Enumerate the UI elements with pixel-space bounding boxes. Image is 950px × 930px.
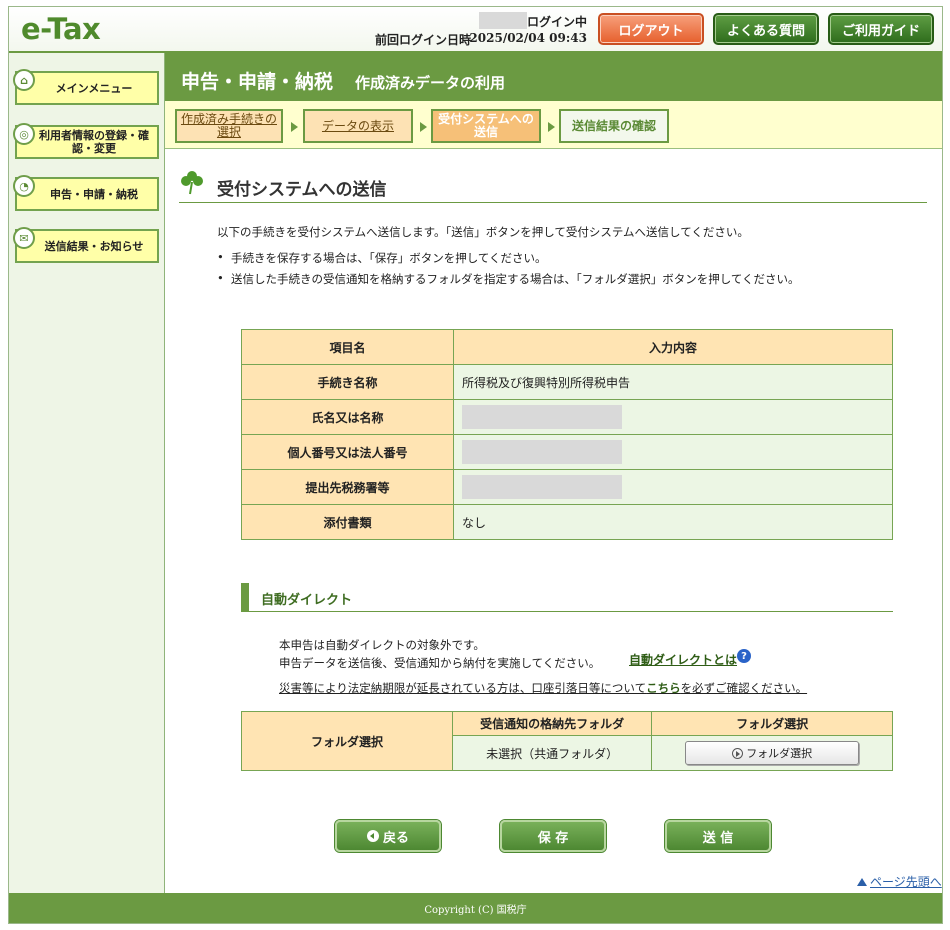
sidebar: ⌂ メインメニュー ◎ 利用者情報の登録・確認・変更 ◔ 申告・申請・納税 ✉ … [9,53,165,893]
faq-button[interactable]: よくある質問 [713,13,819,45]
sidebar-item-label: 利用者情報の登録・確認・変更 [39,129,149,155]
sidebar-item-label: 送信結果・お知らせ [44,239,144,253]
page-top-link[interactable]: ページ先頭へ [857,873,942,890]
page-top-label: ページ先頭へ [870,875,942,889]
masked-value [462,405,622,429]
save-button[interactable]: 保 存 [500,820,606,852]
masked-value [462,475,622,499]
row-value [453,469,893,505]
home-icon: ⌂ [13,69,35,91]
table-row: 個人番号又は法人番号 [241,434,893,470]
clover-icon [181,171,203,195]
auto-direct-title: 自動ダイレクト [261,593,353,608]
row-label: 提出先税務署等 [241,469,454,505]
sidebar-item-results[interactable]: ✉ 送信結果・お知らせ [13,227,159,263]
send-button[interactable]: 送 信 [665,820,771,852]
main-content: 申告・申請・納税 作成済みデータの利用 作成済み手続きの選択 データの表示 受付… [165,53,942,893]
auto-direct-header: 自動ダイレクト [241,581,893,612]
list-item: 手続きを保存する場合は、「保存」ボタンを押してください。 [217,250,800,266]
row-label: 手続き名称 [241,364,454,400]
intro-text: 以下の手続きを受付システムへ送信します。「送信」ボタンを押して受付システムへ送信… [217,225,749,239]
guide-button[interactable]: ご利用ガイド [828,13,934,45]
auto-direct-link[interactable]: 自動ダイレクトとは [629,651,737,668]
back-button[interactable]: 戻る [335,820,441,852]
page-title: 申告・申請・納税 [181,71,334,93]
column-header: 項目名 [241,329,454,365]
folder-button-cell: フォルダ選択 [651,735,893,771]
disaster-note: 災害等により法定納期限が延長されている方は、口座引落日等についてこちらを必ずご確… [279,680,807,696]
step-confirm-result: 送信結果の確認 [559,109,669,143]
user-settings-icon: ◎ [13,123,35,145]
step-arrow-icon [420,122,427,132]
header: e-Tax ログイン中 前回ログイン日時 2025/02/04 09:43 ログ… [9,7,942,53]
procedure-info-table: 項目名 入力内容 手続き名称 所得税及び復興特別所得税申告 氏名又は名称 個人番… [241,329,893,540]
folder-select-table: フォルダ選択 受信通知の格納先フォルダ フォルダ選択 未選択（共通フォルダ） フ… [241,711,893,771]
list-item: 送信した手続きの受信通知を格納するフォルダを指定する場合は、「フォルダ選択」ボタ… [217,271,800,287]
play-circle-icon [732,747,744,759]
table-row: 手続き名称 所得税及び復興特別所得税申告 [241,364,893,400]
row-label: 添付書類 [241,504,454,540]
last-login-value: 2025/02/04 09:43 [469,31,587,45]
folder-select-label: フォルダ選択 [746,747,813,760]
page-subtitle: 作成済みデータの利用 [355,74,506,92]
column-header: 受信通知の格納先フォルダ [451,711,653,736]
logout-button[interactable]: ログアウト [598,13,704,45]
back-label: 戻る [382,830,409,846]
folder-select-button[interactable]: フォルダ選択 [685,741,860,765]
step-arrow-icon [548,122,555,132]
sidebar-item-user-info[interactable]: ◎ 利用者情報の登録・確認・変更 [13,123,159,159]
clock-icon: ◔ [13,175,35,197]
row-value [453,399,893,435]
disaster-note-text: 災害等により法定納期限が延長されている方は、口座引落日等について [279,681,647,695]
column-header: 入力内容 [453,329,893,365]
mail-icon: ✉ [13,227,35,249]
section-marker [241,583,249,611]
auto-direct-note: 本申告は自動ダイレクトの対象外です。 [279,638,485,652]
sidebar-item-filing[interactable]: ◔ 申告・申請・納税 [13,175,159,211]
current-folder: 未選択（共通フォルダ） [451,735,653,771]
sidebar-item-main-menu[interactable]: ⌂ メインメニュー [13,69,159,105]
page-frame: e-Tax ログイン中 前回ログイン日時 2025/02/04 09:43 ログ… [8,6,943,924]
section-title: 受付システムへの送信 [217,180,387,200]
title-bar: 申告・申請・納税 作成済みデータの利用 [165,53,942,101]
sidebar-item-label: 申告・申請・納税 [50,187,138,201]
step-send: 受付システムへの送信 [431,109,541,143]
sidebar-item-label: メインメニュー [55,81,133,95]
instruction-list: 手続きを保存する場合は、「保存」ボタンを押してください。 送信した手続きの受信通… [217,250,800,292]
row-label: 個人番号又は法人番号 [241,434,454,470]
disaster-note-text: を必ずご確認ください。 [680,681,808,695]
back-arrow-icon [366,830,379,842]
table-row: 提出先税務署等 [241,469,893,505]
up-arrow-icon [857,877,867,886]
masked-value [462,440,622,464]
last-login-label: 前回ログイン日時 [375,33,472,47]
login-info: ログイン中 前回ログイン日時 2025/02/04 09:43 [375,11,589,49]
folder-row-header: フォルダ選択 [241,711,453,771]
etax-logo[interactable]: e-Tax [21,12,101,46]
help-icon[interactable]: ? [737,649,751,663]
row-label: 氏名又は名称 [241,399,454,435]
row-value [453,434,893,470]
footer: Copyright (C) 国税庁 [9,893,942,923]
step-progress: 作成済み手続きの選択 データの表示 受付システムへの送信 送信結果の確認 [165,101,942,149]
disaster-link[interactable]: こちら [646,681,681,695]
step-arrow-icon [291,122,298,132]
step-select-procedure[interactable]: 作成済み手続きの選択 [175,109,283,143]
masked-user-name [479,12,527,29]
table-row: 添付書類 なし [241,504,893,540]
step-show-data[interactable]: データの表示 [303,109,413,143]
row-value: 所得税及び復興特別所得税申告 [453,364,893,400]
login-status: ログイン中 [526,15,587,29]
table-row: 氏名又は名称 [241,399,893,435]
row-value: なし [453,504,893,540]
auto-direct-note: 申告データを送信後、受信通知から納付を実施してください。 [279,656,601,670]
section-header: 受付システムへの送信 [179,169,927,203]
column-header: フォルダ選択 [651,711,893,736]
